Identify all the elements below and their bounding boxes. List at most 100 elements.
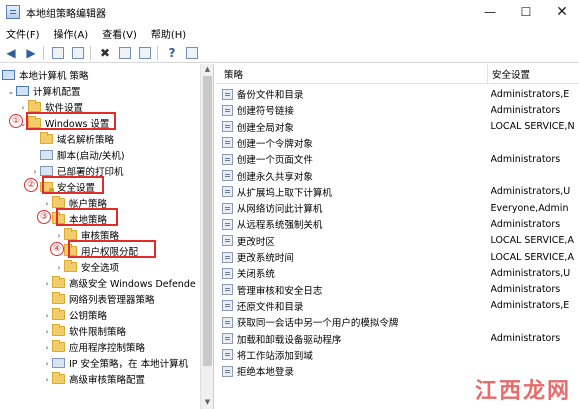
folder-icon [52, 276, 65, 288]
properties-icon[interactable] [116, 44, 134, 62]
folder-icon [52, 308, 65, 320]
chevron-right-icon[interactable]: › [42, 279, 52, 288]
scrollbar-thumb[interactable] [203, 76, 212, 366]
policy-row[interactable]: 备份文件和目录 Administrators,E [216, 86, 579, 102]
folder-icon [40, 132, 53, 144]
chevron-right-icon[interactable]: › [42, 343, 52, 352]
menu-action[interactable]: 操作(A) [54, 26, 89, 41]
folder-icon [52, 324, 65, 336]
tree-item-app-control[interactable]: › 应用程序控制策略 [42, 339, 145, 355]
highlight-box-4 [68, 240, 156, 258]
tree-label: 公钥策略 [69, 311, 108, 322]
tree-scrollbar[interactable]: ▲ ▼ [200, 64, 213, 409]
policy-row[interactable]: 创建一个页面文件 Administrators [216, 151, 579, 167]
menu-help[interactable]: 帮助(H) [151, 26, 186, 41]
chevron-right-icon[interactable]: › [54, 263, 64, 272]
tree-item-scripts[interactable]: 脚本(启动/关机) [40, 147, 125, 163]
chevron-right-icon[interactable]: › [18, 103, 28, 112]
tree-item-defender-firewall[interactable]: › 高级安全 Windows Defende [42, 275, 196, 291]
policy-name: 备份文件和目录 [236, 90, 304, 101]
policy-name: 创建全局对象 [236, 122, 294, 134]
chevron-right-icon[interactable]: › [30, 167, 40, 176]
policy-icon [222, 284, 233, 296]
policy-icon [222, 349, 233, 361]
policy-row[interactable]: 获取同一会话中另一个用户的模拟令牌 [216, 314, 579, 330]
menu-file[interactable]: 文件(F) [6, 26, 40, 41]
policy-icon [222, 316, 233, 328]
tree-label: 网络列表管理器策略 [69, 295, 155, 306]
policy-row[interactable]: 管理审核和安全日志 Administrators [216, 282, 579, 298]
tree-item-network-list[interactable]: 网络列表管理器策略 [52, 291, 155, 307]
tree-item-security-options[interactable]: › 安全选项 [54, 259, 119, 275]
policy-icon [222, 153, 233, 165]
policy-list-pane: 策略 安全设置 备份文件和目录 Administrators,E 创建符号链接 Adm… [216, 64, 579, 409]
chevron-right-icon[interactable]: › [42, 359, 52, 368]
chevron-right-icon[interactable]: › [42, 375, 52, 384]
policy-row[interactable]: 关闭系统 Administrators,U [216, 265, 579, 281]
tree-label: IP 安全策略，在 本地计算机 [69, 359, 189, 370]
policy-row[interactable]: 从网络访问此计算机 Everyone,Admin [216, 200, 579, 216]
tree-item-ip-security[interactable]: › IP 安全策略，在 本地计算机 [42, 355, 188, 371]
back-arrow-icon[interactable]: ◀ [2, 44, 20, 62]
chevron-right-icon[interactable]: › [54, 231, 64, 240]
minimize-icon[interactable]: — [475, 0, 505, 24]
policy-row[interactable]: 还原文件和目录 Administrators,E [216, 298, 579, 314]
title-bar: 本地组策略编辑器 — ☐ ✕ [0, 0, 579, 24]
maximize-icon[interactable]: ☐ [511, 0, 541, 24]
chevron-down-icon[interactable]: ⌄ [6, 87, 16, 96]
tree-label: 高级安全 Windows Defende [69, 279, 196, 290]
up-folder-icon[interactable] [49, 44, 67, 62]
scroll-down-icon[interactable]: ▼ [203, 398, 212, 408]
policy-row[interactable]: 将工作站添加到域 [216, 347, 579, 363]
tree-pane: 本地计算机 策略 ⌄ 计算机配置 › 软件设置 ⌄ Windows 设置 域名解… [0, 64, 214, 409]
policy-row[interactable]: 创建符号链接 Administrators [216, 102, 579, 118]
tree-item-local-policy[interactable]: 本地计算机 策略 [2, 67, 89, 83]
policy-row[interactable]: 创建永久共享对象 [216, 168, 579, 184]
tree-item-software-restriction[interactable]: › 软件限制策略 [42, 323, 126, 339]
export-list-icon[interactable] [136, 44, 154, 62]
chevron-right-icon[interactable]: › [42, 327, 52, 336]
menu-bar: 文件(F) 操作(A) 查看(V) 帮助(H) [0, 24, 579, 43]
highlight-box-3 [56, 208, 118, 226]
tree-item-name-resolution[interactable]: 域名解析策略 [40, 131, 114, 147]
scripts-icon [40, 150, 53, 160]
toolbar-divider [90, 45, 91, 60]
tree-item-public-key[interactable]: › 公钥策略 [42, 307, 107, 323]
policy-row[interactable]: 加载和卸载设备驱动程序 Administrators [216, 331, 579, 347]
tree-item-computer-config[interactable]: ⌄ 计算机配置 [6, 83, 81, 99]
toolbar-divider [43, 45, 44, 60]
policy-icon [222, 333, 233, 344]
scroll-up-icon[interactable]: ▲ [203, 65, 212, 75]
policy-setting-value: Administrators [490, 104, 561, 116]
policy-row[interactable]: 从扩展坞上取下计算机 Administrators,U [216, 184, 579, 200]
policy-setting-value: Administrators,U [490, 267, 571, 279]
policy-setting-value: Administrators,E [490, 300, 570, 312]
policy-row[interactable]: 更改时区 LOCAL SERVICE,A [216, 233, 579, 249]
show-tree-icon[interactable] [69, 44, 87, 62]
highlight-box-1 [26, 112, 116, 130]
tree-label: 软件限制策略 [69, 327, 127, 338]
close-icon[interactable]: ✕ [547, 0, 577, 24]
delete-icon[interactable]: ✖ [96, 44, 114, 62]
printer-icon [40, 166, 53, 176]
column-header-policy[interactable]: 策略 [216, 64, 488, 84]
policy-setting-value: Administrators [490, 153, 561, 165]
tree-item-advanced-audit[interactable]: › 高级审核策略配置 [42, 371, 145, 387]
forward-arrow-icon[interactable]: ▶ [22, 44, 40, 62]
computer-icon [2, 70, 15, 80]
chevron-right-icon[interactable]: › [42, 199, 52, 208]
policy-name: 获取同一会话中另一个用户的模拟令牌 [236, 318, 399, 330]
policy-row[interactable]: 从远程系统强制关机 Administrators [216, 216, 579, 232]
folder-icon [64, 228, 77, 240]
column-header-setting[interactable]: 安全设置 [489, 64, 579, 84]
policy-row[interactable]: 更改系统时间 LOCAL SERVICE,A [216, 249, 579, 265]
chevron-right-icon[interactable]: › [42, 311, 52, 320]
help-icon[interactable]: ? [163, 44, 181, 62]
folder-icon [52, 372, 65, 384]
menu-view[interactable]: 查看(V) [102, 26, 137, 41]
folder-icon [52, 292, 65, 304]
console-icon[interactable] [183, 44, 201, 62]
policy-row[interactable]: 创建一个令牌对象 [216, 135, 579, 151]
policy-name: 拒绝本地登录 [236, 367, 294, 379]
policy-row[interactable]: 创建全局对象 LOCAL SERVICE,N [216, 119, 579, 135]
